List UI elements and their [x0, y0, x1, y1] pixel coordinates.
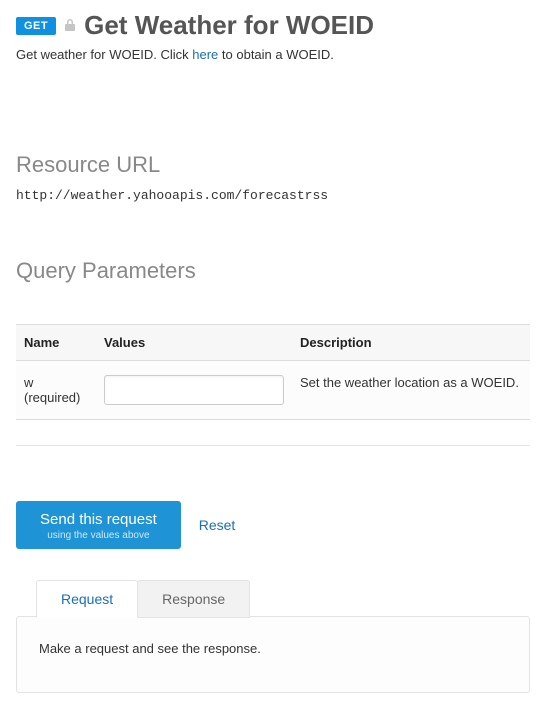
send-request-button[interactable]: Send this request using the values above: [16, 501, 181, 549]
col-header-name: Name: [16, 325, 96, 361]
send-button-main-label: Send this request: [40, 511, 157, 528]
subtitle-post: to obtain a WOEID.: [218, 47, 334, 62]
resource-url-value: http://weather.yahooapis.com/forecastrss: [16, 188, 530, 203]
query-parameters-table: Name Values Description w (required) Set…: [16, 324, 530, 420]
reset-link[interactable]: Reset: [199, 517, 236, 533]
table-row: w (required) Set the weather location as…: [16, 361, 530, 420]
page-subtitle: Get weather for WOEID. Click here to obt…: [16, 47, 530, 62]
col-header-description: Description: [292, 325, 530, 361]
tab-response[interactable]: Response: [137, 580, 250, 618]
subtitle-pre: Get weather for WOEID. Click: [16, 47, 192, 62]
tab-request[interactable]: Request: [36, 580, 138, 618]
send-button-sub-label: using the values above: [40, 530, 157, 541]
panel-message: Make a request and see the response.: [39, 641, 261, 656]
param-required-label: (required): [24, 390, 88, 405]
param-description-cell: Set the weather location as a WOEID.: [292, 361, 530, 420]
query-parameters-heading: Query Parameters: [16, 258, 530, 284]
tabs: Request Response: [36, 579, 530, 617]
param-name-cell: w (required): [16, 361, 96, 420]
param-value-input[interactable]: [104, 375, 284, 405]
woeid-help-link[interactable]: here: [192, 47, 218, 62]
param-value-cell: [96, 361, 292, 420]
col-header-values: Values: [96, 325, 292, 361]
title-row: GET Get Weather for WOEID: [16, 10, 530, 41]
divider: [16, 445, 530, 446]
response-panel: Make a request and see the response.: [16, 616, 530, 693]
page-title: Get Weather for WOEID: [84, 10, 374, 41]
param-name: w: [24, 375, 33, 390]
resource-url-heading: Resource URL: [16, 152, 530, 178]
action-row: Send this request using the values above…: [16, 501, 530, 549]
http-method-badge: GET: [16, 17, 56, 35]
table-header-row: Name Values Description: [16, 325, 530, 361]
lock-icon: [64, 18, 76, 34]
